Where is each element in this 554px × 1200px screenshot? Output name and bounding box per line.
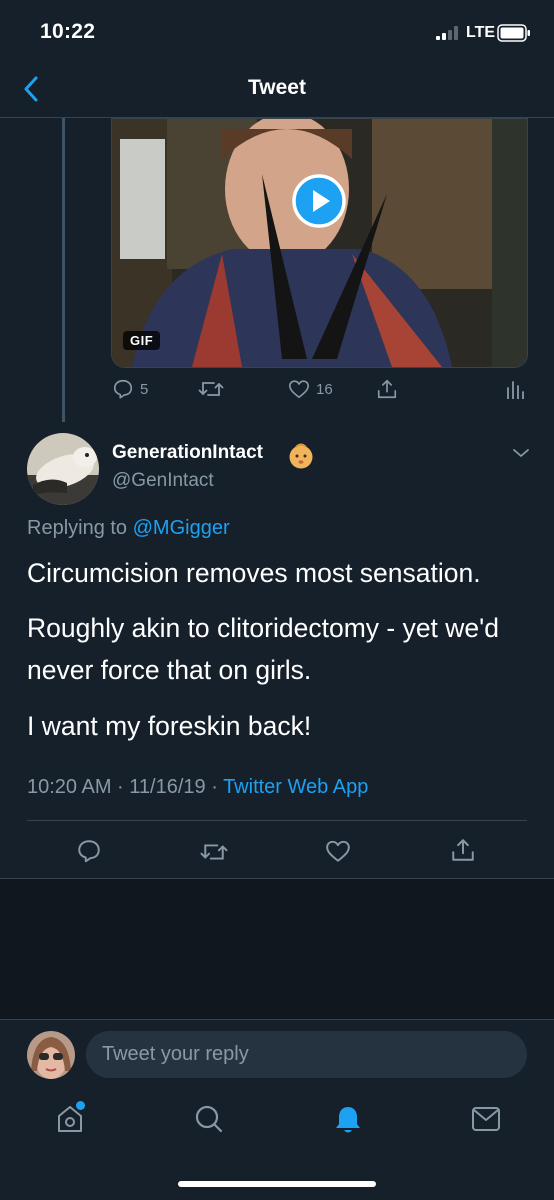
parent-share-button[interactable] [376, 378, 398, 400]
like-button[interactable] [325, 838, 351, 864]
parent-retweet-button[interactable] [198, 378, 224, 400]
gif-media[interactable] [111, 118, 528, 368]
mail-icon [472, 1107, 500, 1131]
replying-to-handle-link[interactable]: @MGigger [133, 517, 230, 539]
tweet-paragraph: Circumcision removes most sensation. [27, 558, 481, 588]
thread-connector-line [62, 118, 65, 422]
retweet-icon [198, 382, 224, 396]
avatar[interactable] [27, 433, 99, 505]
baby-icon [287, 442, 315, 470]
parent-reply-button[interactable]: 5 [112, 378, 148, 400]
signal-strength-icon [436, 26, 462, 40]
page-title: Tweet [248, 76, 306, 99]
empty-replies-area [0, 879, 554, 1019]
parent-like-count: 16 [316, 380, 333, 398]
gif-badge: GIF [123, 331, 161, 350]
home-notification-dot [76, 1101, 85, 1110]
avatar-image [27, 433, 99, 505]
bell-icon [336, 1107, 360, 1133]
parent-like-button[interactable]: 16 [288, 378, 333, 400]
carrier-label: LTE [466, 24, 496, 41]
chevron-down-icon [513, 449, 529, 457]
tweet-author-handle[interactable]: @GenIntact [112, 470, 214, 492]
heart-icon [289, 380, 309, 399]
composer-divider [0, 1019, 554, 1020]
heart-icon [326, 840, 350, 862]
status-bar-time: 10:22 [40, 20, 96, 43]
play-icon [292, 174, 346, 228]
share-icon [452, 839, 474, 861]
parent-reply-count: 5 [140, 380, 149, 398]
tab-messages[interactable] [471, 1106, 501, 1132]
tweet-paragraph: I want my foreskin back! [27, 711, 312, 741]
my-avatar[interactable] [27, 1031, 75, 1079]
retweet-button[interactable] [199, 840, 229, 864]
reply-icon [113, 379, 133, 399]
share-icon [377, 379, 397, 399]
tab-notifications[interactable] [333, 1104, 363, 1136]
tweet-author-name[interactable]: GenerationIntact [112, 442, 263, 464]
reply-icon [78, 840, 100, 863]
tweet-metadata: 10:20 AM · 11/16/19 · Twitter Web App [27, 776, 368, 799]
retweet-icon [200, 844, 228, 860]
tweet-timestamp: 10:20 AM · 11/16/19 · [27, 776, 224, 798]
my-avatar-image [27, 1031, 75, 1079]
reply-input[interactable]: Tweet your reply [86, 1031, 527, 1078]
analytics-icon [507, 381, 524, 399]
replying-to-line: Replying to @MGigger [27, 517, 230, 540]
replying-to-prefix: Replying to [27, 517, 133, 539]
tweet-paragraph: Roughly akin to clitoridectomy - yet we'… [27, 613, 499, 685]
gif-thumbnail-image [112, 119, 527, 367]
tab-search[interactable] [194, 1104, 224, 1134]
parent-analytics-button[interactable] [506, 379, 524, 399]
tweet-source-link[interactable]: Twitter Web App [223, 776, 368, 798]
battery-icon [497, 24, 531, 42]
reply-button[interactable] [76, 838, 102, 864]
search-icon [195, 1105, 223, 1133]
divider [27, 820, 527, 821]
tweet-menu-button[interactable] [512, 447, 530, 459]
home-indicator[interactable] [178, 1181, 376, 1187]
play-button[interactable] [292, 174, 346, 228]
share-button[interactable] [450, 837, 476, 863]
